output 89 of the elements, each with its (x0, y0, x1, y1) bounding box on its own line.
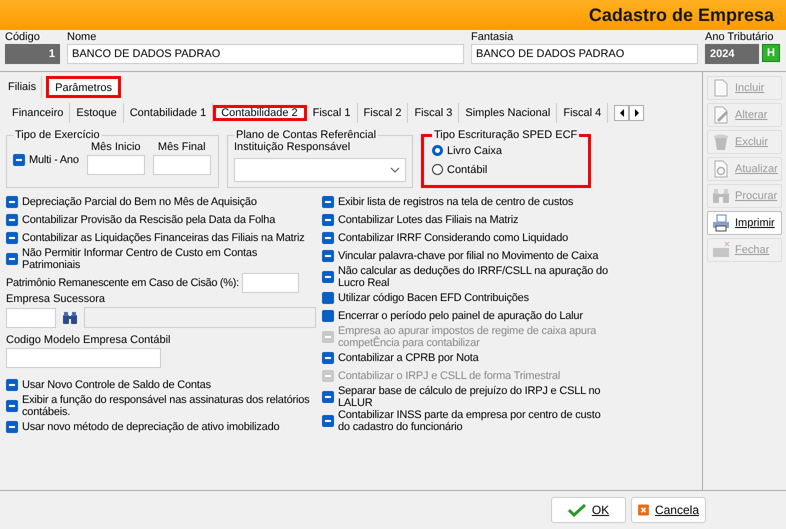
checkbox-label: Usar Novo Controle de Saldo de Contas (22, 379, 211, 391)
checkbox-label: Vincular palavra-chave por filial no Movimento de Caixa (338, 250, 598, 262)
field-label: Mês Inicio (90, 141, 142, 153)
checkbox[interactable] (322, 391, 334, 403)
checkbox[interactable] (322, 232, 334, 244)
checkbox[interactable] (6, 379, 18, 391)
binoculars-icon (711, 186, 731, 206)
field-label: Ano Tributário (705, 31, 774, 43)
checkbox[interactable] (6, 214, 18, 226)
checkbox[interactable] (322, 196, 334, 208)
year-field[interactable]: 2024 (705, 44, 759, 64)
checkbox[interactable] (6, 421, 18, 433)
checkbox-label: Usar novo método de depreciação de ativo imobilizado (22, 421, 280, 433)
field-label: Empresa Sucessora (6, 293, 106, 305)
check-icon (568, 503, 586, 517)
tab[interactable]: Simples Nacional (459, 102, 558, 122)
tab[interactable]: Financeiro (6, 102, 70, 122)
radio-label: Contábil (447, 164, 488, 176)
checkbox-label: Utilizar código Bacen EFD Contribuições (338, 292, 529, 304)
tab[interactable]: Fiscal 1 (306, 102, 358, 122)
arrow-left-icon (618, 108, 625, 116)
checkbox-label: Encerrar o período pelo painel de apuração do Lalur (338, 310, 583, 322)
printer-icon (711, 213, 731, 233)
chevron-down-icon (390, 167, 400, 173)
code-field[interactable]: 1 (5, 44, 60, 64)
checkbox-label: Não calcular as deduções do IRRF/CSLL na apuração do Lucro Real (338, 265, 609, 289)
tab[interactable]: Filiais (3, 76, 42, 98)
checkbox[interactable] (6, 232, 18, 244)
field-label: Instituição Responsável (234, 141, 350, 153)
checkbox-label: Contabilizar IRRF Considerando como Liquidado (338, 232, 568, 244)
checkbox[interactable] (322, 310, 334, 322)
checkbox[interactable] (6, 400, 18, 412)
checkbox-label: Separar base de cálculo de prejuízo do IRPJ e CSLL no LALUR (338, 385, 602, 409)
checkbox-label: Contabilizar Provisão da Rescisão pela Data da Folha (22, 214, 276, 226)
trash-icon (711, 132, 731, 152)
checkbox-label: Não Permitir Informar Centro de Custo em Contas Patrimoniais (22, 247, 258, 271)
successor-code-field[interactable] (6, 308, 56, 328)
tab[interactable]: Fiscal 4 (557, 102, 608, 122)
checkbox-label: Contabilizar as Liquidações Financeiras das Filiais na Matriz (22, 232, 304, 244)
checkbox-label: Exibir a função do responsável nas assinaturas dos relatórios contábeis. (22, 394, 310, 418)
checkbox-label: Contabilizar o IRPJ e CSLL de forma Trimestral (338, 370, 560, 382)
radio-button[interactable] (432, 145, 443, 156)
model-code-field[interactable] (6, 348, 161, 368)
scroll-right-button[interactable] (629, 104, 644, 120)
field-label: Nome (67, 31, 98, 43)
checkbox-label: Contabilizar a CPRB por Nota (338, 352, 479, 364)
dialog-button[interactable]: OK (551, 497, 626, 523)
checkbox-label: Exibir lista de registros na tela de centro de custos (338, 196, 574, 208)
checkbox[interactable] (322, 352, 334, 364)
field-label: Código (5, 31, 41, 43)
scroll-left-button[interactable] (614, 104, 630, 120)
tab[interactable]: Contabilidade 2 (213, 104, 307, 120)
group-title: Plano de Contas Referêncial (235, 129, 378, 141)
checkbox[interactable] (322, 415, 334, 427)
checkbox-label: Contabilizar INSS parte da empresa por centro de custo do cadastro do funcionário (338, 409, 602, 433)
tab[interactable]: Fiscal 2 (358, 102, 408, 122)
radio-label: Livro Caixa (447, 144, 502, 156)
dialog-button[interactable]: Cancela (631, 497, 706, 523)
checkbox[interactable] (6, 253, 18, 265)
checkbox-label: Contabilizar Lotes das Filiais na Matriz (338, 214, 518, 226)
percent-field[interactable] (242, 273, 299, 293)
tab[interactable]: Fiscal 3 (408, 102, 460, 122)
field-label: Fantasia (471, 31, 514, 43)
start-month-field[interactable] (86, 155, 145, 175)
field-label: Mês Final (156, 141, 207, 153)
checkbox[interactable] (322, 214, 334, 226)
toolbar-button[interactable]: Imprimir (707, 211, 782, 235)
checkbox[interactable] (322, 271, 334, 283)
field-label: Codigo Modelo Empresa Contábil (6, 334, 172, 346)
group-title: Tipo de Exercício (14, 129, 101, 141)
checkbox-label: Multi - Ano (29, 154, 79, 166)
checkbox-label: Depreciação Parcial do Bem no Mês de Aquisição (22, 196, 257, 208)
tab[interactable]: Estoque (70, 102, 124, 122)
field-label: Patrimônio Remanescente em Caso de Cisão (%): (6, 277, 239, 289)
tab[interactable]: Parâmetros (46, 76, 121, 98)
window-title: Cadastro de Empresa (588, 4, 774, 26)
checkbox[interactable] (322, 250, 334, 262)
arrow-right-icon (634, 108, 640, 116)
close-icon (638, 502, 649, 518)
checkbox-label: Empresa ao apurar impostos de regime de caixa apura competÊncia para contabilizar (338, 325, 598, 349)
name-field[interactable]: BANCO DE DADOS PADRAO (67, 44, 464, 64)
radio-button[interactable] (432, 164, 443, 175)
end-month-field[interactable] (152, 155, 211, 175)
binoculars-icon[interactable] (62, 310, 78, 324)
group-title: Tipo Escrituração SPED ECF (433, 129, 578, 141)
trade-name-field[interactable]: BANCO DE DADOS PADRAO (471, 44, 698, 64)
checkbox[interactable] (6, 196, 18, 208)
checkbox[interactable] (13, 154, 25, 166)
checkbox[interactable] (322, 292, 334, 304)
